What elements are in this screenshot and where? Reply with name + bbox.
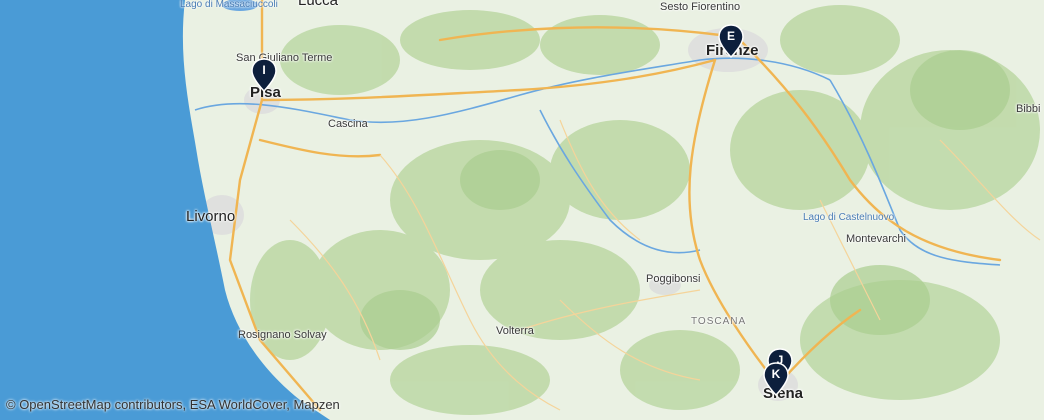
map-base-layer <box>0 0 1044 420</box>
label-lucca: Lucca <box>298 0 339 9</box>
map-view[interactable]: Lucca Lago di Massaciuccoli San Giuliano… <box>0 0 1044 420</box>
label-rosignano-solvay: Rosignano Solvay <box>238 329 327 341</box>
marker-label: K <box>771 367 781 381</box>
label-livorno: Livorno <box>186 208 236 225</box>
map-marker-e[interactable]: E <box>718 24 744 59</box>
marker-label: I <box>262 63 266 77</box>
label-lago-di-castelnuovo: Lago di Castelnuovo <box>803 212 895 223</box>
map-attribution[interactable]: © OpenStreetMap contributors, ESA WorldC… <box>6 397 340 412</box>
label-toscana: TOSCANA <box>691 316 747 327</box>
label-sesto-fiorentino: Sesto Fiorentino <box>660 1 741 13</box>
label-lago-massaciuccoli: Lago di Massaciuccoli <box>180 0 278 10</box>
label-cascina: Cascina <box>328 118 368 130</box>
map-marker-k[interactable]: K <box>763 362 789 397</box>
label-volterra: Volterra <box>496 325 534 337</box>
label-bibbiena: Bibbi <box>1016 103 1041 115</box>
map-marker-i[interactable]: I <box>251 58 277 93</box>
label-montevarchi: Montevarchi <box>846 233 906 245</box>
label-poggibonsi: Poggibonsi <box>646 273 701 285</box>
marker-label: E <box>726 29 735 43</box>
